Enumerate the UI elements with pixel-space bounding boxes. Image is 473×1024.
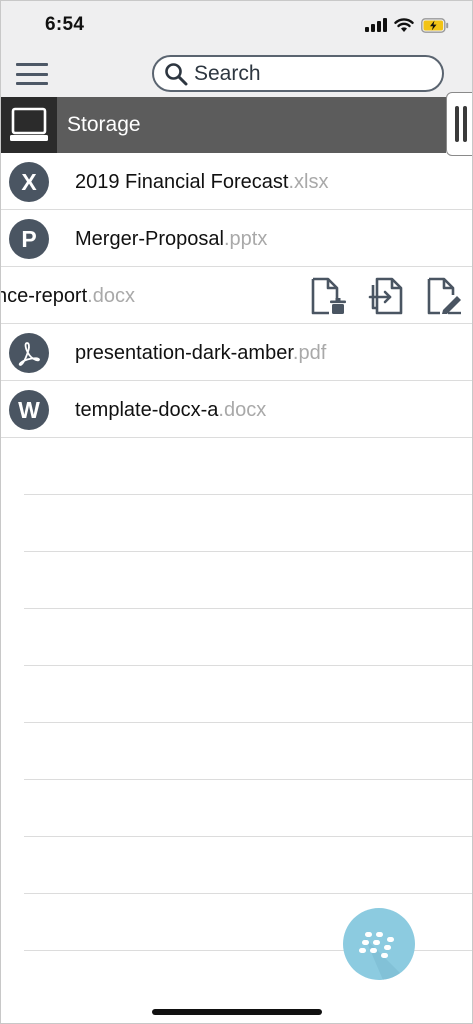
search-box[interactable] (152, 55, 444, 92)
pdf-file-icon (9, 333, 49, 373)
file-name: presentation-dark-amber.pdf (75, 342, 327, 364)
file-list: X 2019 Financial Forecast.xlsx P Merger-… (0, 153, 473, 438)
file-name: Merger-Proposal.pptx (75, 228, 268, 250)
file-extension: .docx (87, 285, 135, 307)
hamburger-menu-icon[interactable] (14, 60, 50, 88)
search-input[interactable] (194, 61, 424, 86)
file-extension: .pptx (223, 228, 268, 250)
battery-charging-icon (421, 17, 449, 33)
home-indicator[interactable] (152, 1009, 322, 1015)
signal-icon (365, 18, 387, 32)
file-extension: .docx (218, 399, 267, 421)
search-icon (165, 62, 188, 85)
blackberry-logo-icon (359, 932, 415, 980)
word-file-icon: W (9, 390, 49, 430)
acrobat-icon (18, 342, 40, 366)
storage-header[interactable]: Storage (0, 97, 446, 153)
move-file-icon[interactable] (367, 277, 405, 315)
file-name: template-docx-a.docx (75, 399, 267, 421)
storage-icon-box (0, 97, 57, 153)
toolbar (0, 50, 473, 97)
list-item[interactable]: P Merger-Proposal.pptx (0, 210, 473, 267)
storage-label: Storage (67, 113, 141, 136)
laptop-icon (9, 107, 48, 141)
list-item[interactable]: presentation-dark-amber.pdf (0, 324, 473, 381)
top-bar: 6:54 (0, 0, 473, 97)
file-extension: .xlsx (288, 171, 329, 193)
list-item[interactable]: W template-docx-a.docx (0, 381, 473, 438)
file-name: 2019 Financial Forecast.xlsx (75, 171, 329, 193)
side-drawer-handle[interactable] (446, 92, 473, 156)
excel-file-icon: X (9, 162, 49, 202)
file-name: nce-report.docx (0, 285, 135, 307)
status-bar: 6:54 (0, 0, 473, 50)
powerpoint-file-icon: P (9, 219, 49, 259)
list-item-swiped[interactable]: nce-report.docx (0, 267, 473, 324)
wifi-icon (394, 17, 414, 32)
list-item[interactable]: X 2019 Financial Forecast.xlsx (0, 153, 473, 210)
rename-file-icon[interactable] (425, 277, 463, 315)
status-icons (365, 15, 449, 35)
blackberry-fab-button[interactable] (343, 908, 415, 980)
row-actions (309, 277, 463, 315)
delete-file-icon[interactable] (309, 277, 347, 315)
status-time: 6:54 (45, 14, 85, 35)
file-extension: .pdf (292, 342, 327, 364)
empty-list-area (24, 438, 473, 951)
